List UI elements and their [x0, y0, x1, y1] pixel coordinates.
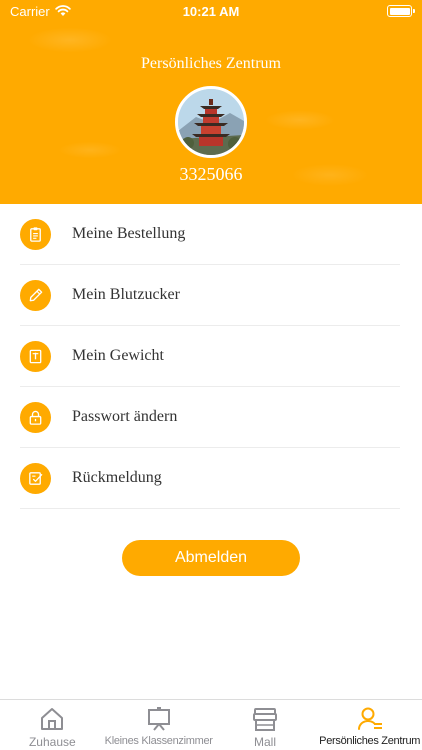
menu-item-weight[interactable]: Mein Gewicht [20, 326, 400, 387]
clipboard-icon [20, 218, 51, 250]
tab-label: Persönliches Zentrum [319, 735, 421, 747]
tab-home[interactable]: Zuhause [0, 700, 105, 750]
menu-item-feedback[interactable]: Rückmeldung [20, 448, 400, 509]
menu-item-label: Mein Gewicht [72, 347, 164, 364]
tab-label: Kleines Klassenzimmer [104, 735, 213, 747]
avatar[interactable] [175, 86, 247, 158]
menu-item-blood-sugar[interactable]: Mein Blutzucker [20, 265, 400, 326]
home-icon [41, 708, 64, 730]
menu-item-label: Meine Bestellung [72, 225, 186, 242]
battery-icon [387, 5, 415, 17]
menu-item-change-password[interactable]: Passwort ändern [20, 387, 400, 448]
feedback-icon [20, 462, 51, 494]
page-title: Persönliches Zentrum [141, 55, 281, 72]
scale-icon [20, 340, 51, 372]
tab-bar: Zuhause Kleines Klassenzimmer Mall Persö… [0, 699, 422, 750]
status-bar: Carrier 10:21 AM [0, 0, 422, 22]
tab-classroom[interactable]: Kleines Klassenzimmer [105, 700, 213, 750]
tab-label: Zuhause [28, 735, 76, 749]
user-id: 3325066 [179, 164, 243, 184]
menu-item-label: Mein Blutzucker [72, 286, 180, 303]
shop-icon [253, 708, 278, 731]
lock-icon [20, 401, 51, 433]
menu-item-label: Rückmeldung [72, 469, 162, 486]
carrier-label: Carrier [10, 3, 50, 19]
wifi-icon [55, 5, 71, 16]
avatar-image [178, 89, 244, 155]
menu-item-orders[interactable]: Meine Bestellung [20, 204, 400, 265]
tab-personal-center[interactable]: Persönliches Zentrum [317, 700, 422, 750]
profile-header: Persönliches Zentrum 3325066 [0, 0, 422, 204]
menu-list: Meine Bestellung Mein Blutzucker Mein Ge… [20, 204, 400, 509]
logout-button[interactable]: Abmelden [122, 540, 300, 576]
pen-icon [20, 279, 51, 311]
tab-label: Mall [254, 735, 277, 749]
menu-item-label: Passwort ändern [72, 408, 178, 425]
person-icon [357, 707, 382, 730]
classroom-icon [147, 707, 170, 731]
tab-mall[interactable]: Mall [213, 700, 318, 750]
